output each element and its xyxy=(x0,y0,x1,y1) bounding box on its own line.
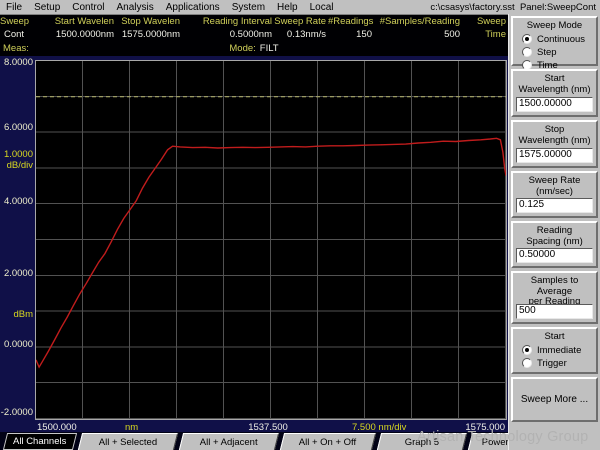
mode-row: Meas: Mode: FILT xyxy=(0,42,508,56)
y-tick-4: 4.0000 xyxy=(3,196,33,207)
sweep-rate-input[interactable]: 0.125 xyxy=(516,198,593,213)
param-value: 1575.0000nm xyxy=(121,29,180,40)
param-value: 150 xyxy=(356,29,372,40)
start-wavelength-input[interactable]: 1500.00000 xyxy=(516,97,593,112)
menu-applications[interactable]: Applications xyxy=(160,2,226,13)
radio-button-icon[interactable] xyxy=(522,358,532,368)
file-path-panel-label: c:\csasys\factory.sst Panel:SweepCont xyxy=(430,1,596,13)
param-readings: #Readings 150 xyxy=(328,15,374,42)
reading-spacing-input[interactable]: 0.50000 xyxy=(516,248,593,263)
param-label: Start Wavelen xyxy=(54,16,114,27)
y-axis-unit-dbm: dBm xyxy=(13,309,33,320)
y-scale-value: 1.0000 xyxy=(3,149,33,160)
radio-label: Step xyxy=(537,46,557,58)
y-tick-2: 2.0000 xyxy=(3,268,33,279)
radio-step[interactable]: Step xyxy=(513,47,596,58)
stop-wavelength-title: Stop Wavelength (nm) xyxy=(518,124,591,146)
samples-to-average-input[interactable]: 500 xyxy=(516,304,593,319)
radio-immediate[interactable]: Immediate xyxy=(513,345,596,356)
tab-all-adjacent[interactable]: All + Adjacent xyxy=(178,433,280,450)
plot-region: 8.0000 6.0000 1.0000 dB/div 4.0000 2.000… xyxy=(0,56,508,433)
start-wavelength-group: Start Wavelength (nm) 1500.00000 xyxy=(511,69,598,117)
radio-button-icon[interactable] xyxy=(522,34,532,44)
radio-continuous[interactable]: Continuous xyxy=(513,34,596,45)
start-trigger-group: Start Immediate Trigger xyxy=(511,327,598,374)
param-value: 1500.0000nm xyxy=(55,29,114,40)
start-wavelength-title: Start Wavelength (nm) xyxy=(518,73,591,95)
param-label: #Samples/Reading xyxy=(379,16,460,27)
start-group-title: Start xyxy=(544,331,565,342)
radio-button-icon[interactable] xyxy=(522,47,532,57)
param-sweep-rate: Sweep Rate 0.13nm/s xyxy=(274,15,328,42)
sweep-more-label: Sweep More ... xyxy=(520,394,589,405)
radio-button-icon[interactable] xyxy=(522,345,532,355)
trace-svg xyxy=(36,96,506,369)
param-stop-wavelen: Stop Wavelen 1575.0000nm xyxy=(116,15,182,42)
y-tick-6: 6.0000 xyxy=(3,122,33,133)
tab-all-on-off[interactable]: All + On + Off xyxy=(279,433,377,450)
radio-label: Continuous xyxy=(537,33,586,45)
sweep-rate-title: Sweep Rate (nm/sec) xyxy=(528,175,581,197)
menu-control[interactable]: Control xyxy=(66,2,110,13)
menu-bar: File Setup Control Analysis Applications… xyxy=(0,0,600,15)
radio-trigger[interactable]: Trigger xyxy=(513,358,596,369)
param-start-wavelen: Start Wavelen 1500.0000nm xyxy=(30,15,116,42)
watermark-text: Artisan Technology Group xyxy=(417,429,589,445)
sweep-trace-line xyxy=(36,137,506,369)
radio-label: Trigger xyxy=(537,357,567,369)
param-samples-per-reading: #Samples/Reading 500 xyxy=(374,15,462,42)
y-tick-8: 8.0000 xyxy=(3,57,33,68)
param-label: #Readings xyxy=(328,16,374,27)
menu-help[interactable]: Help xyxy=(271,2,304,13)
menu-setup[interactable]: Setup xyxy=(28,2,66,13)
plot-area xyxy=(35,60,507,420)
param-label: Sweep Time xyxy=(476,16,506,40)
y-tick-0: 0.0000 xyxy=(3,339,33,350)
param-label: Sweep xyxy=(0,16,30,27)
menu-local[interactable]: Local xyxy=(304,2,340,13)
param-value: 0.5000nm xyxy=(229,29,272,40)
radio-label: Immediate xyxy=(537,344,582,356)
samples-to-average-title: Samples to Average per Reading xyxy=(528,275,581,307)
menu-system[interactable]: System xyxy=(226,2,271,13)
sweep-rate-group: Sweep Rate (nm/sec) 0.125 xyxy=(511,171,598,218)
param-label: Stop Wavelen xyxy=(121,16,180,27)
param-sweep: Sweep Cont xyxy=(0,15,30,42)
menu-file[interactable]: File xyxy=(0,2,28,13)
stop-wavelength-group: Stop Wavelength (nm) 1575.00000 xyxy=(511,120,598,168)
sweep-parameter-header: Sweep Cont Start Wavelen 1500.0000nm Sto… xyxy=(0,15,508,53)
param-sweep-time: Sweep Time 0:10:00 xyxy=(462,15,508,53)
mode-label: Mode: xyxy=(229,43,256,54)
reading-spacing-group: Reading Spacing (nm) 0.50000 xyxy=(511,221,598,268)
y-tick-neg2: -2.0000 xyxy=(0,407,33,418)
param-label: Sweep Rate xyxy=(274,16,326,27)
param-value: 500 xyxy=(444,29,460,40)
sweep-more-button[interactable]: Sweep More ... xyxy=(511,377,598,422)
reading-spacing-title: Reading Spacing (nm) xyxy=(526,225,583,247)
sweep-mode-title: Sweep Mode xyxy=(526,20,583,31)
samples-to-average-group: Samples to Average per Reading 500 xyxy=(511,271,598,324)
tab-all-channels[interactable]: All Channels xyxy=(2,433,78,450)
sweep-mode-group: Sweep Mode Continuous Step Time xyxy=(511,16,598,71)
mode-value: FILT xyxy=(259,43,279,54)
param-label: Reading Interval xyxy=(202,16,272,27)
param-reading-interval: Reading Interval 0.5000nm xyxy=(182,15,274,42)
y-scale-units: dB/div xyxy=(6,160,33,171)
menu-analysis[interactable]: Analysis xyxy=(111,2,160,13)
sweep-control-panel: Sweep Mode Continuous Step Time Start Wa… xyxy=(508,14,600,450)
param-value: Cont xyxy=(3,29,25,40)
param-value: 0.13nm/s xyxy=(286,29,326,40)
stop-wavelength-input[interactable]: 1575.00000 xyxy=(516,148,593,163)
tab-all-selected[interactable]: All + Selected xyxy=(77,433,179,450)
